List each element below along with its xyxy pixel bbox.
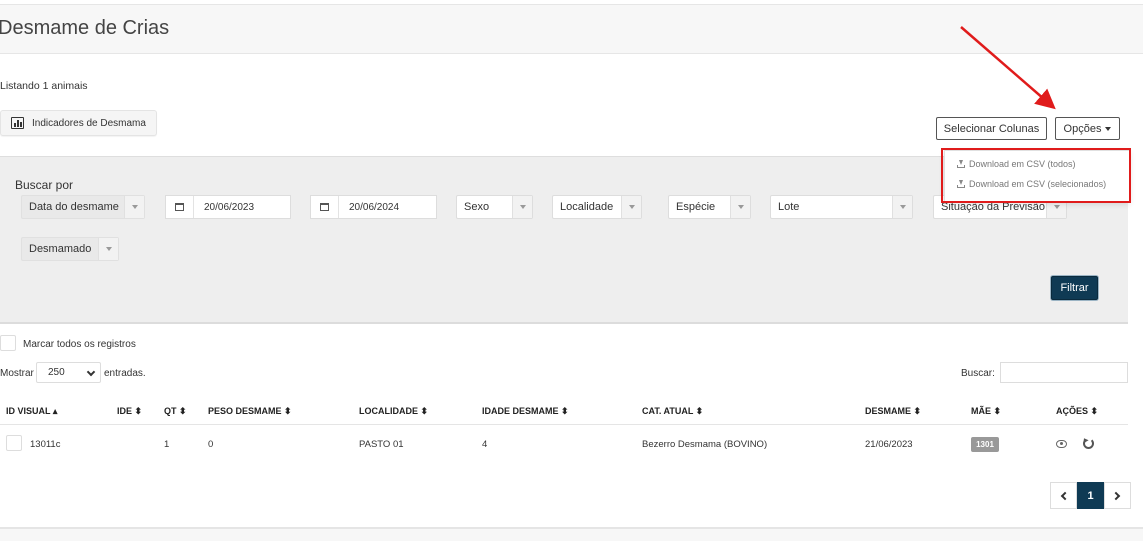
next-page-button[interactable] [1104,482,1131,509]
mark-all-label: Marcar todos os registros [23,339,136,350]
column-header[interactable]: PESO DESMAME ⬍ [208,406,292,417]
options-label: Opções [1063,122,1102,135]
header-bar: Desmame de Crias [0,4,1143,54]
date-from-value: 20/06/2023 [204,201,255,213]
page-button[interactable]: 1 [1077,482,1104,509]
cell-id-visual: 13011c [30,439,61,450]
filter-heading: Buscar por [15,178,74,192]
page-length-value: 250 [48,367,65,378]
cell-cat-atual: Bezerro Desmama (BOVINO) [642,439,768,450]
lote-select[interactable]: Lote [770,195,913,219]
select-columns-label: Selecionar Colunas [943,122,1040,135]
localidade-select[interactable]: Localidade [552,195,642,219]
indicators-button[interactable]: Indicadores de Desmama [0,110,157,136]
column-header[interactable]: LOCALIDADE ⬍ [359,406,428,417]
chevron-left-icon [1060,491,1070,500]
column-header[interactable]: QT ⬍ [164,406,187,417]
status-select[interactable]: Desmamado [21,237,119,261]
date-field-value: Data do desmame [29,201,119,213]
chevron-down-icon [86,367,96,377]
select-columns-button[interactable]: Selecionar Colunas [936,117,1047,140]
especie-select[interactable]: Espécie [668,195,751,219]
indicators-button-label: Indicadores de Desmama [32,117,146,129]
especie-value: Espécie [676,201,716,213]
date-from-input[interactable]: 20/06/2023 [165,195,291,219]
prev-page-button[interactable] [1050,482,1077,509]
table-header-divider [0,424,1128,425]
mark-all-checkbox[interactable] [0,335,16,351]
column-header[interactable]: AÇÕES ⬍ [1056,406,1098,417]
page: Desmame de Crias Listando 1 animais Indi… [0,0,1143,541]
cell-idade-desmame: 4 [482,439,488,450]
eye-icon[interactable] [1056,440,1067,448]
cell-desmame: 21/06/2023 [865,439,913,450]
chevron-right-icon [1111,491,1121,500]
filter-submit-button[interactable]: Filtrar [1051,276,1098,300]
caret-down-icon [1105,126,1112,131]
date-to-input[interactable]: 20/06/2024 [310,195,437,219]
chevron-down-icon [730,196,750,218]
column-header[interactable]: MÃE ⬍ [971,406,1001,417]
chevron-down-icon [892,196,912,218]
entries-label: entradas. [104,368,146,379]
undo-icon[interactable] [1081,436,1094,449]
lote-value: Lote [778,201,800,213]
show-label: Mostrar [0,368,34,379]
chevron-down-icon [98,238,118,260]
calendar-icon [311,196,339,218]
annotation-highlight-box [941,148,1131,203]
pagination: 1 [1050,482,1131,509]
cell-localidade: PASTO 01 [359,439,404,450]
chevron-down-icon [512,196,532,218]
cell-qt: 1 [164,439,170,450]
column-header[interactable]: IDE ⬍ [117,406,142,417]
row-checkbox[interactable] [6,435,22,451]
sexo-select[interactable]: Sexo [456,195,533,219]
page-length-select[interactable]: 250 [36,362,101,383]
date-field-select[interactable]: Data do desmame [21,195,145,219]
localidade-value: Localidade [560,201,614,213]
cell-peso-desmame: 0 [208,439,214,450]
search-input[interactable] [1000,362,1128,383]
search-label: Buscar: [961,368,995,379]
page-title: Desmame de Crias [0,17,170,39]
status-value: Desmamado [29,243,92,255]
column-header[interactable]: IDADE DESMAME ⬍ [482,406,569,417]
options-button[interactable]: Opções [1055,117,1120,140]
listing-count: Listando 1 animais [0,80,88,92]
calendar-icon [166,196,194,218]
mother-badge[interactable]: 1301 [971,437,999,452]
date-to-value: 20/06/2024 [349,201,400,213]
column-header[interactable]: DESMAME ⬍ [865,406,921,417]
footer-bar [0,527,1143,541]
sexo-value: Sexo [464,201,490,213]
bar-chart-icon [11,117,24,129]
chevron-down-icon [124,196,144,218]
chevron-down-icon [621,196,641,218]
column-header[interactable]: CAT. ATUAL ⬍ [642,406,703,417]
column-header[interactable]: ID VISUAL ▴ [6,406,57,417]
